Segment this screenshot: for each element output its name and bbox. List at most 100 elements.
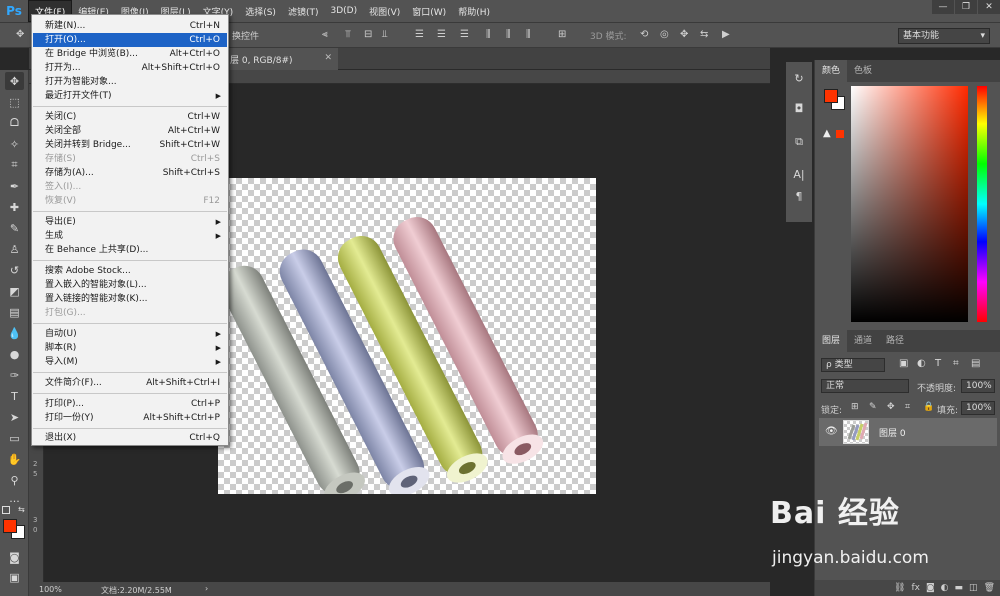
3d-orbit-icon[interactable]: ⟲ <box>640 29 648 40</box>
menu-close[interactable]: 关闭(C) Ctrl+W <box>33 110 227 124</box>
hue-slider[interactable] <box>977 86 987 322</box>
tab-layers[interactable]: 图层 <box>815 330 848 352</box>
color-picker-field[interactable] <box>851 86 968 322</box>
healing-brush-tool-icon[interactable]: ✚ <box>5 198 24 216</box>
folder-icon[interactable]: ▬ <box>955 583 964 593</box>
document-canvas[interactable] <box>218 178 596 502</box>
gamut-warning-icon[interactable]: ▲ <box>823 128 831 139</box>
fx-icon[interactable]: fx <box>911 583 920 593</box>
history-brush-tool-icon[interactable]: ↺ <box>5 261 24 279</box>
lasso-tool-icon[interactable]: ᗝ <box>5 114 24 132</box>
libraries-panel-icon[interactable]: ⧉ <box>790 134 808 150</box>
menu-revert[interactable]: 恢复(V) F12 <box>33 194 227 208</box>
menu-help[interactable]: 帮助(H) <box>452 0 496 22</box>
lock-transparent-icon[interactable]: ⊞ <box>851 402 859 412</box>
lock-position-icon[interactable]: ✥ <box>887 402 895 412</box>
menu-search-stock[interactable]: 搜索 Adobe Stock... <box>33 264 227 278</box>
3d-roll-icon[interactable]: ◎ <box>660 29 669 40</box>
align-left-icon[interactable]: ⫷ <box>322 29 328 40</box>
opacity-input[interactable]: 100% <box>961 379 995 393</box>
filter-adjust-icon[interactable]: ◐ <box>917 358 926 369</box>
rectangle-tool-icon[interactable]: ▭ <box>5 429 24 447</box>
character-panel-icon[interactable]: A| <box>790 166 808 182</box>
properties-panel-icon[interactable]: ◘ <box>790 100 808 116</box>
distribute-vcenter-icon[interactable]: ☰ <box>437 29 446 40</box>
filter-shape-icon[interactable]: ⌗ <box>953 358 959 369</box>
blend-mode-select[interactable]: 正常 <box>821 379 909 393</box>
menu-open-as[interactable]: 打开为... Alt+Shift+Ctrl+O <box>33 61 227 75</box>
hand-tool-icon[interactable]: ✋ <box>5 450 24 468</box>
menu-print-one-copy[interactable]: 打印一份(Y) Alt+Shift+Ctrl+P <box>33 411 227 425</box>
zoom-tool-icon[interactable]: ⚲ <box>5 471 24 489</box>
menu-window[interactable]: 窗口(W) <box>406 0 452 22</box>
menu-package[interactable]: 打包(G)... <box>33 306 227 320</box>
menu-close-all[interactable]: 关闭全部 Alt+Ctrl+W <box>33 124 227 138</box>
path-selection-tool-icon[interactable]: ➤ <box>5 408 24 426</box>
marquee-tool-icon[interactable]: ⬚ <box>5 93 24 111</box>
eraser-tool-icon[interactable]: ◩ <box>5 282 24 300</box>
menu-select[interactable]: 选择(S) <box>239 0 282 22</box>
tab-swatches[interactable]: 色板 <box>847 60 879 82</box>
filter-pixel-icon[interactable]: ▣ <box>899 358 908 369</box>
move-tool-preset-icon[interactable]: ✥ <box>16 29 24 40</box>
menu-new[interactable]: 新建(N)... Ctrl+N <box>33 19 227 33</box>
align-bottom-icon[interactable]: ⫫ <box>382 29 388 40</box>
3d-slide-icon[interactable]: ⇆ <box>700 29 708 40</box>
menu-recent-files[interactable]: 最近打开文件(T) ▶ <box>33 89 227 103</box>
menu-place-linked[interactable]: 置入链接的智能对象(K)... <box>33 292 227 306</box>
menu-print[interactable]: 打印(P)... Ctrl+P <box>33 397 227 411</box>
filter-smart-icon[interactable]: ▤ <box>971 358 980 369</box>
dodge-tool-icon[interactable]: ● <box>5 345 24 363</box>
align-vcenter-icon[interactable]: ⊟ <box>364 29 372 40</box>
brush-tool-icon[interactable]: ✎ <box>5 219 24 237</box>
menu-open-smart-object[interactable]: 打开为智能对象... <box>33 75 227 89</box>
menu-view[interactable]: 视图(V) <box>363 0 406 22</box>
magic-wand-tool-icon[interactable]: ✧ <box>5 135 24 153</box>
link-icon[interactable]: ⛓ <box>894 583 905 593</box>
menu-import[interactable]: 导入(M) ▶ <box>33 355 227 369</box>
layer-filter-select[interactable]: ρ 类型 <box>821 358 885 372</box>
tab-channels[interactable]: 通道 <box>847 330 879 352</box>
lock-all-icon[interactable]: 🔒 <box>923 402 934 412</box>
swap-colors-icon[interactable]: ⇆ <box>18 505 25 514</box>
menu-file-info[interactable]: 文件简介(F)... Alt+Shift+Ctrl+I <box>33 376 227 390</box>
menu-close-go-bridge[interactable]: 关闭并转到 Bridge... Shift+Ctrl+W <box>33 138 227 152</box>
show-transform-controls-label[interactable]: 换控件 <box>232 29 259 42</box>
lock-artboard-icon[interactable]: ⌗ <box>905 402 910 412</box>
distribute-hcenter-icon[interactable]: ⫼ <box>506 29 511 40</box>
trash-icon[interactable]: 🗑 <box>984 583 995 593</box>
menu-save[interactable]: 存储(S) Ctrl+S <box>33 152 227 166</box>
paragraph-panel-icon[interactable]: ¶ <box>790 188 808 204</box>
layer-row[interactable]: 👁 图层 0 <box>819 418 997 446</box>
distribute-left-icon[interactable]: ⫼ <box>486 29 491 40</box>
quick-mask-icon[interactable]: ◙ <box>5 548 24 566</box>
minimize-button[interactable]: — <box>932 0 954 14</box>
status-menu-arrow-icon[interactable]: › <box>205 584 208 593</box>
crop-tool-icon[interactable]: ⌗ <box>5 156 24 174</box>
distribute-top-icon[interactable]: ☰ <box>415 29 424 40</box>
gamut-color-chip[interactable] <box>836 130 844 138</box>
tab-paths[interactable]: 路径 <box>879 330 911 352</box>
tab-close-icon[interactable]: ✕ <box>324 53 332 63</box>
document-tab[interactable]: 层 0, RGB/8#) ✕ <box>226 48 338 70</box>
blur-tool-icon[interactable]: 💧 <box>5 324 24 342</box>
lock-pixels-icon[interactable]: ✎ <box>869 402 877 412</box>
menu-share-behance[interactable]: 在 Behance 上共享(D)... <box>33 243 227 257</box>
gradient-tool-icon[interactable]: ▤ <box>5 303 24 321</box>
mask-icon[interactable]: ◙ <box>926 583 935 593</box>
menu-3d[interactable]: 3D(D) <box>324 0 363 22</box>
filter-type-icon[interactable]: T <box>935 358 941 369</box>
screen-mode-icon[interactable]: ▣ <box>5 568 24 586</box>
menu-check-in[interactable]: 签入(I)... <box>33 180 227 194</box>
3d-pan-icon[interactable]: ✥ <box>680 29 688 40</box>
workspace-select[interactable]: 基本功能 ▾ <box>898 28 990 44</box>
type-tool-icon[interactable]: T <box>5 387 24 405</box>
menu-scripts[interactable]: 脚本(R) ▶ <box>33 341 227 355</box>
pen-tool-icon[interactable]: ✑ <box>5 366 24 384</box>
menu-automate[interactable]: 自动(U) ▶ <box>33 327 227 341</box>
auto-align-icon[interactable]: ⊞ <box>558 29 566 40</box>
distribute-bottom-icon[interactable]: ☰ <box>460 29 469 40</box>
history-panel-icon[interactable]: ↻ <box>790 70 808 86</box>
foreground-color-swatch[interactable] <box>3 519 17 533</box>
menu-save-as[interactable]: 存储为(A)... Shift+Ctrl+S <box>33 166 227 180</box>
